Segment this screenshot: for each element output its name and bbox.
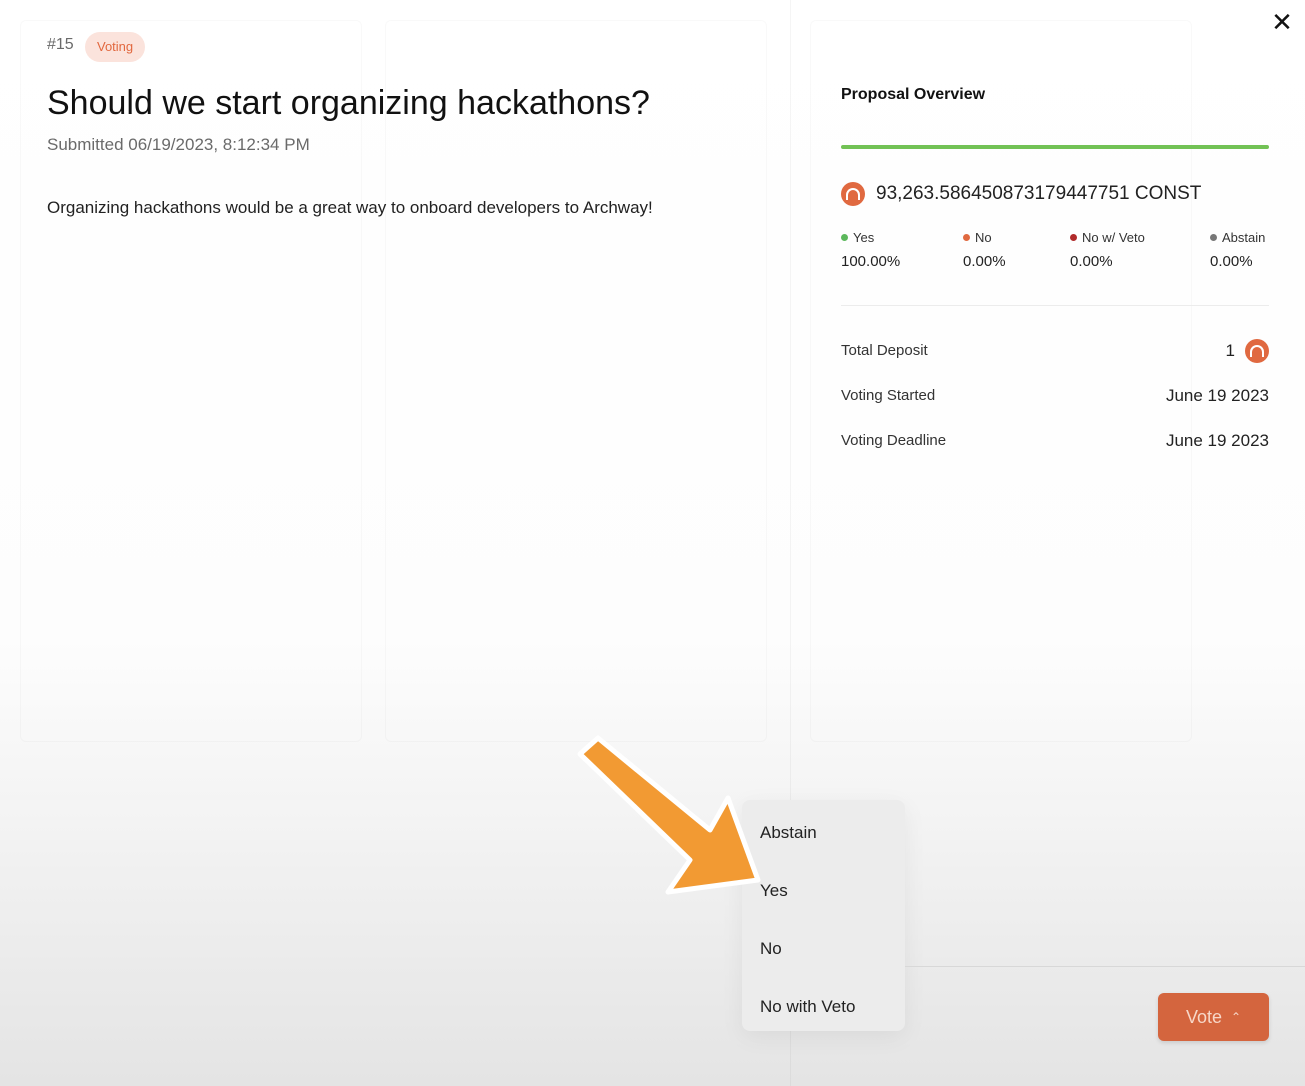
archway-token-icon bbox=[1245, 339, 1269, 363]
vote-stat-no-with-veto: No w/ Veto 0.00% bbox=[1070, 230, 1145, 270]
abstain-dot-icon bbox=[1210, 234, 1217, 241]
voting-started-label: Voting Started bbox=[841, 387, 936, 404]
vote-option-no[interactable]: No bbox=[760, 939, 782, 959]
vote-percent: 0.00% bbox=[1070, 253, 1113, 270]
chevron-up-icon: ⌃ bbox=[1230, 1010, 1242, 1024]
yes-dot-icon bbox=[841, 234, 848, 241]
proposal-description: Organizing hackathons would be a great w… bbox=[47, 198, 653, 217]
vote-percent: 0.00% bbox=[963, 253, 1006, 270]
proposal-id: #15 bbox=[47, 36, 74, 53]
total-deposit-label: Total Deposit bbox=[841, 342, 928, 359]
vote-progress-fill bbox=[841, 145, 1269, 149]
archway-token-icon bbox=[841, 182, 865, 206]
voting-deadline-value: June 19 2023 bbox=[1165, 431, 1269, 450]
vote-label: Abstain bbox=[1222, 230, 1266, 245]
voting-started-value: June 19 2023 bbox=[1165, 386, 1269, 405]
vote-button[interactable]: Vote ⌃ bbox=[1158, 993, 1269, 1041]
page-title: Should we start organizing hackathons? bbox=[47, 84, 650, 122]
close-icon[interactable]: ✕ bbox=[1268, 8, 1296, 36]
vote-stat-no: No 0.00% bbox=[963, 230, 1006, 270]
no-dot-icon bbox=[963, 234, 970, 241]
vote-option-no-with-veto[interactable]: No with Veto bbox=[760, 997, 855, 1017]
submitted-date: Submitted 06/19/2023, 8:12:34 PM bbox=[47, 135, 310, 154]
vote-button-label: Vote bbox=[1185, 1006, 1222, 1027]
overview-title: Proposal Overview bbox=[841, 86, 986, 103]
total-votes: 93,263.586450873179447751 CONST bbox=[876, 183, 1202, 204]
status-badge: Voting bbox=[85, 32, 146, 62]
annotation-arrow-icon bbox=[577, 735, 761, 895]
footer-divider bbox=[905, 966, 1305, 967]
vote-label: Yes bbox=[853, 230, 875, 245]
vote-label: No w/ Veto bbox=[1082, 230, 1145, 245]
vote-percent: 0.00% bbox=[1210, 253, 1253, 270]
vote-stat-yes: Yes 100.00% bbox=[841, 230, 900, 270]
vote-progress-bar bbox=[841, 145, 1269, 149]
no-with-veto-dot-icon bbox=[1070, 234, 1077, 241]
voting-deadline-label: Voting Deadline bbox=[841, 432, 947, 449]
vote-percent: 100.00% bbox=[841, 253, 901, 270]
vote-stat-abstain: Abstain 0.00% bbox=[1210, 230, 1265, 270]
total-deposit-value: 1 bbox=[1225, 341, 1235, 360]
section-divider bbox=[841, 305, 1269, 306]
vote-label: No bbox=[975, 230, 992, 245]
